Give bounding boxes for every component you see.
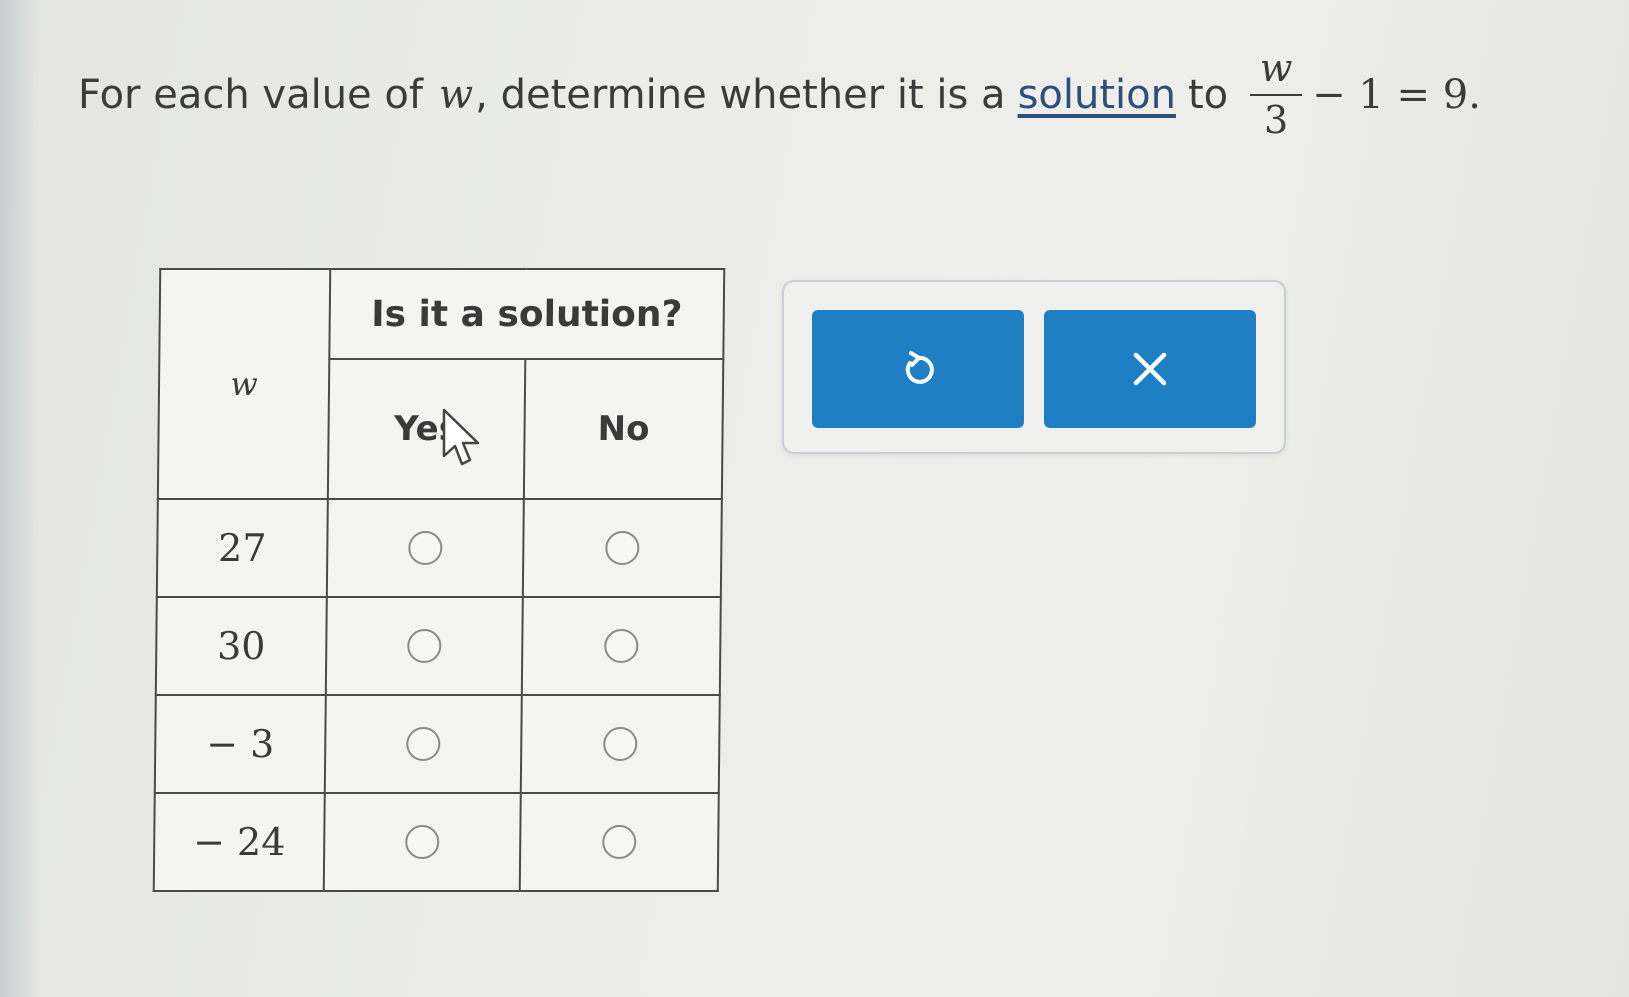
row-value: − 3 — [154, 695, 326, 793]
yes-cell — [323, 793, 521, 891]
row-value: 27 — [156, 499, 328, 597]
question-middle: , determine whether it is a — [475, 72, 1006, 118]
yes-cell — [325, 597, 523, 695]
fraction-denominator: 3 — [1264, 98, 1289, 142]
undo-icon — [905, 351, 934, 384]
equation-fraction: w 3 — [1250, 46, 1303, 142]
table-row: − 24 — [153, 793, 719, 891]
column-header-w: w — [157, 269, 331, 499]
no-cell — [520, 695, 720, 793]
tool-panel — [782, 280, 1286, 454]
yes-cell — [324, 695, 522, 793]
equation-rhs: − 1 = 9 — [1312, 72, 1469, 118]
undo-button[interactable] — [812, 310, 1024, 428]
question-period: . — [1468, 72, 1481, 118]
table-row: − 3 — [154, 695, 720, 793]
question-variable: w — [438, 72, 474, 118]
no-cell — [519, 793, 719, 891]
column-header-yes: Yes — [327, 359, 526, 499]
fraction-numerator: w — [1259, 46, 1293, 91]
yes-cell — [326, 499, 524, 597]
close-icon — [1133, 352, 1167, 386]
radio-yes-27[interactable] — [408, 531, 443, 565]
radio-no-27[interactable] — [605, 531, 640, 565]
row-value: − 24 — [153, 793, 325, 891]
solution-table: w Is it a solution? Yes No 27 30 − 3 − 2… — [152, 268, 726, 892]
question-prompt: For each value of w , determine whether … — [78, 40, 1481, 150]
radio-yes-minus-24[interactable] — [405, 825, 440, 859]
table-row: 27 — [156, 499, 722, 597]
radio-no-minus-3[interactable] — [603, 727, 638, 761]
table-row: 30 — [155, 597, 721, 695]
radio-no-minus-24[interactable] — [602, 825, 637, 859]
radio-yes-minus-3[interactable] — [406, 727, 441, 761]
no-cell — [522, 499, 722, 597]
solution-link[interactable]: solution — [1018, 72, 1176, 118]
row-value: 30 — [155, 597, 327, 695]
question-prefix: For each value of — [78, 72, 423, 118]
no-cell — [521, 597, 721, 695]
fraction-bar — [1250, 94, 1303, 96]
radio-no-30[interactable] — [604, 629, 639, 663]
screen-edge-shade — [0, 0, 40, 997]
radio-yes-30[interactable] — [407, 629, 442, 663]
question-to: to — [1187, 72, 1229, 118]
clear-button[interactable] — [1044, 310, 1256, 428]
column-header-no: No — [523, 359, 724, 499]
column-header-is-solution: Is it a solution? — [329, 269, 725, 359]
